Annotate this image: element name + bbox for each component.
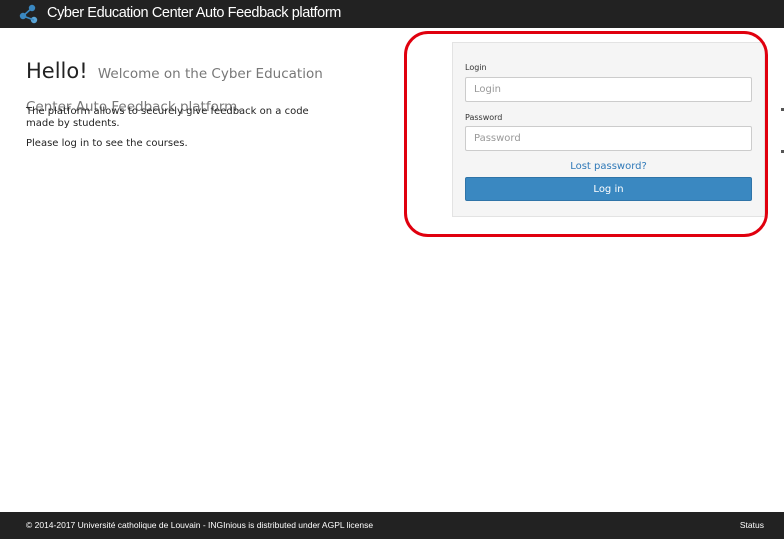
login-input[interactable] bbox=[465, 77, 752, 102]
login-prompt: Please log in to see the courses. bbox=[26, 138, 188, 149]
password-label: Password bbox=[465, 113, 503, 122]
password-input[interactable] bbox=[465, 126, 752, 151]
lost-password-link[interactable]: Lost password? bbox=[453, 161, 764, 172]
intro-section: Hello! Welcome on the Cyber Education Ce… bbox=[26, 54, 346, 149]
status-link[interactable]: Status bbox=[740, 520, 764, 530]
login-label: Login bbox=[465, 63, 487, 72]
app-title[interactable]: Cyber Education Center Auto Feedback pla… bbox=[47, 5, 341, 21]
footer: © 2014-2017 Université catholique de Lou… bbox=[0, 512, 784, 539]
top-navbar: Cyber Education Center Auto Feedback pla… bbox=[0, 0, 784, 28]
login-panel: Login Password Lost password? Log in bbox=[452, 42, 765, 217]
hello-text: Hello! bbox=[26, 59, 88, 83]
platform-description: The platform allows to securely give fee… bbox=[26, 106, 309, 129]
login-button[interactable]: Log in bbox=[465, 177, 752, 201]
copyright-text: © 2014-2017 Université catholique de Lou… bbox=[26, 520, 374, 530]
inginious-logo-icon[interactable] bbox=[18, 4, 40, 24]
